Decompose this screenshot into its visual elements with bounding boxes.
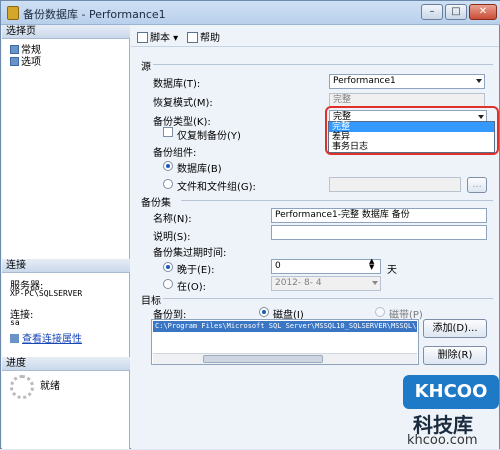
chevron-down-icon: [476, 79, 482, 83]
days-spinner[interactable]: ▲ ▼: [369, 258, 374, 271]
nav-label: 选项: [21, 57, 41, 68]
properties-icon: [10, 334, 19, 343]
script-label: 脚本: [150, 33, 170, 44]
horizontal-scrollbar[interactable]: [153, 353, 417, 364]
destination-list[interactable]: C:\Program Files\Microsoft SQL Server\MS…: [151, 319, 419, 365]
expire-on-label: 在(O):: [177, 282, 207, 293]
divider: [163, 298, 493, 299]
backup-type-label: 备份类型(K):: [153, 117, 211, 128]
database-select[interactable]: Performance1: [329, 74, 485, 89]
connection-heading: 连接: [2, 259, 130, 273]
backup-name-input[interactable]: Performance1-完整 数据库 备份: [271, 208, 487, 223]
watermark-logo: KHCOO: [403, 375, 499, 409]
expire-date-value: 2012- 8- 4: [275, 278, 322, 288]
destination-path-item[interactable]: C:\Program Files\Microsoft SQL Server\MS…: [153, 321, 417, 332]
divider: [181, 200, 493, 201]
database-value: Performance1: [333, 76, 396, 86]
progress-status: 就绪: [40, 381, 60, 392]
script-icon: [137, 32, 148, 43]
progress-spinner-icon: [10, 375, 34, 399]
files-filegroups-field: [329, 177, 461, 192]
expire-on-radio[interactable]: [163, 279, 173, 289]
description-label: 说明(S):: [153, 232, 191, 243]
backup-database-dialog: 备份数据库 - Performance1 – □ ✕ 选择页 常规 选项 连接 …: [0, 0, 500, 449]
disk-radio[interactable]: [259, 307, 269, 317]
view-connection-properties-link[interactable]: 查看连接属性: [10, 330, 82, 345]
database-label: 数据库(T):: [153, 79, 201, 90]
expire-after-radio[interactable]: [163, 262, 173, 272]
add-destination-button[interactable]: 添加(D)...: [423, 319, 487, 338]
script-button[interactable]: 脚本 ▾: [137, 29, 178, 44]
toolbar: 脚本 ▾ 帮助: [131, 25, 499, 47]
help-icon: [187, 32, 198, 43]
help-label: 帮助: [200, 33, 220, 44]
watermark-url: khcoo.com: [407, 433, 478, 448]
destination-heading: 目标: [141, 296, 161, 307]
chevron-down-icon: [372, 281, 378, 285]
browse-files-button[interactable]: ...: [467, 177, 487, 193]
expire-after-label: 晚于(E):: [177, 265, 215, 276]
source-heading: 源: [141, 62, 151, 73]
copy-only-label: 仅复制备份(Y): [177, 131, 241, 142]
expire-date-field[interactable]: 2012- 8- 4: [271, 276, 381, 291]
scrollbar-thumb[interactable]: [203, 355, 323, 363]
page-icon: [10, 57, 19, 66]
database-icon: [7, 6, 19, 20]
link-label: 查看连接属性: [22, 334, 82, 345]
maximize-button[interactable]: □: [445, 4, 467, 20]
title-bar: 备份数据库 - Performance1 – □ ✕: [1, 1, 500, 25]
component-files-label: 文件和文件组(G):: [177, 182, 256, 193]
days-unit: 天: [387, 265, 397, 276]
divider: [153, 64, 493, 65]
connection-value: sa: [10, 318, 20, 327]
component-files-radio[interactable]: [163, 179, 173, 189]
recovery-model-label: 恢复模式(M):: [153, 98, 213, 109]
progress-heading: 进度: [2, 357, 130, 371]
help-button[interactable]: 帮助: [187, 29, 220, 44]
backup-set-heading: 备份集: [141, 198, 171, 209]
component-database-radio[interactable]: [163, 161, 173, 171]
watermark: KHCOO 科技库 khcoo.com: [399, 375, 500, 450]
backup-component-label: 备份组件:: [153, 148, 197, 159]
select-page-heading: 选择页: [2, 25, 130, 39]
close-button[interactable]: ✕: [469, 4, 497, 20]
window-title: 备份数据库 - Performance1: [23, 8, 166, 21]
tape-radio[interactable]: [375, 307, 385, 317]
remove-destination-button[interactable]: 删除(R): [423, 346, 487, 365]
component-database-label: 数据库(B): [177, 164, 222, 175]
expire-label: 备份集过期时间:: [153, 248, 227, 259]
name-label: 名称(N):: [153, 214, 192, 225]
server-value: XP-PC\SQLSERVER: [10, 289, 83, 298]
minimize-button[interactable]: –: [421, 4, 443, 20]
nav-item-options[interactable]: 选项: [10, 53, 41, 68]
expire-days-input[interactable]: 0: [271, 259, 381, 274]
copy-only-checkbox[interactable]: [163, 127, 173, 137]
description-input[interactable]: [271, 225, 487, 240]
highlight-annotation: [325, 106, 499, 155]
left-pane: 选择页 常规 选项 连接 服务器: XP-PC\SQLSERVER 连接: sa…: [2, 25, 130, 449]
